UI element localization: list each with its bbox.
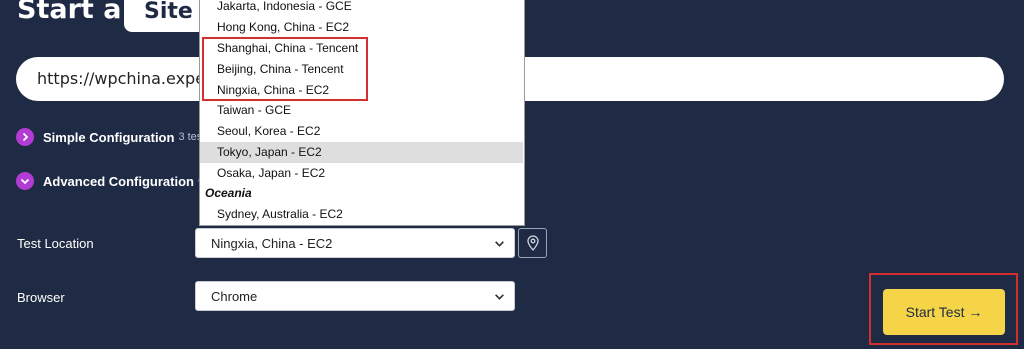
advanced-configuration-label: Advanced Configuration	[43, 173, 194, 189]
test-location-value: Ningxia, China - EC2	[211, 236, 333, 251]
chevron-down-icon	[495, 241, 504, 247]
simple-configuration-toggle[interactable]: Simple Configuration 3 test	[16, 128, 205, 146]
advanced-configuration-toggle[interactable]: Advanced Configuration Ch	[16, 172, 212, 190]
browser-select[interactable]: Chrome	[195, 281, 515, 311]
dropdown-option[interactable]: Sydney, Australia - EC2	[200, 204, 523, 225]
test-location-label: Test Location	[17, 236, 94, 251]
page-heading: Start a	[17, 0, 122, 25]
url-input-value: https://wpchina.expert	[37, 69, 218, 88]
chevron-down-icon	[495, 294, 504, 300]
browser-value: Chrome	[211, 289, 258, 304]
map-pin-icon	[526, 235, 539, 251]
test-location-dropdown: Jakarta, Indonesia - GCE Hong Kong, Chin…	[199, 0, 525, 226]
browser-label: Browser	[17, 290, 65, 305]
dropdown-group-label: Oceania	[205, 186, 252, 200]
chevron-right-icon	[16, 128, 34, 146]
dropdown-option[interactable]: Osaka, Japan - EC2	[200, 163, 523, 184]
dropdown-option[interactable]: Jakarta, Indonesia - GCE	[200, 0, 523, 17]
dropdown-option-hovered[interactable]: Tokyo, Japan - EC2	[200, 142, 523, 163]
dropdown-option[interactable]: Taiwan - GCE	[200, 100, 523, 121]
chevron-down-icon	[16, 172, 34, 190]
map-pin-button[interactable]	[518, 228, 547, 258]
dropdown-option[interactable]: Hong Kong, China - EC2	[200, 17, 523, 38]
simple-configuration-label: Simple Configuration	[43, 129, 175, 145]
highlight-box-start-test	[869, 273, 1018, 345]
dropdown-option[interactable]: Seoul, Korea - EC2	[200, 121, 523, 142]
highlight-box-china-locations	[202, 37, 368, 101]
test-location-select[interactable]: Ningxia, China - EC2	[195, 228, 515, 258]
